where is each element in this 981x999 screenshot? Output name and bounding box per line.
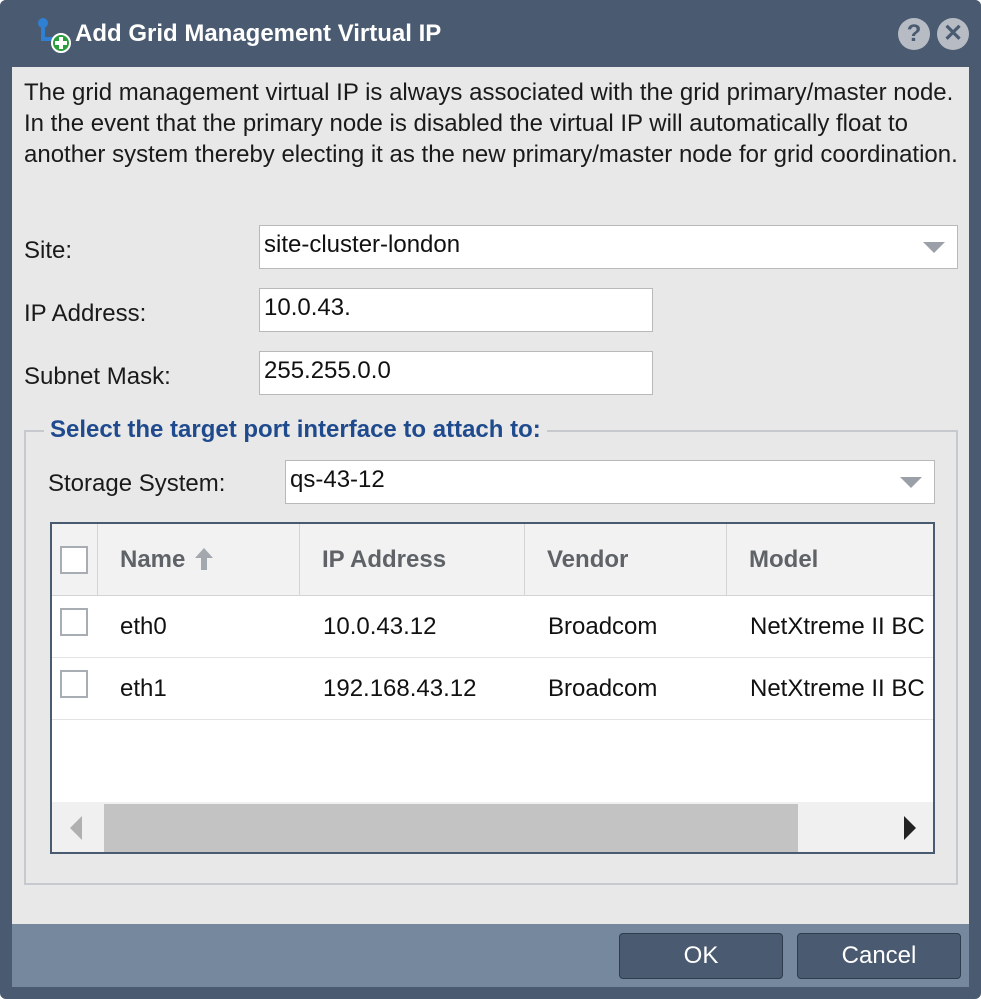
subnet-mask-value: 255.255.0.0 xyxy=(264,357,391,384)
scrollbar-thumb[interactable] xyxy=(104,804,798,852)
column-header-model[interactable]: Model xyxy=(727,524,933,596)
grid-header: Name IP Address Vendor Model xyxy=(52,524,933,596)
help-icon: ? xyxy=(906,20,922,47)
chevron-down-icon[interactable] xyxy=(923,242,945,253)
port-grid: Name IP Address Vendor Model eth0 10.0.4… xyxy=(50,522,935,854)
storage-system-label: Storage System: xyxy=(48,470,226,497)
storage-system-value: qs-43-12 xyxy=(290,466,385,493)
row-checkbox[interactable] xyxy=(60,608,88,636)
cell-model: NetXtreme II BC xyxy=(750,675,925,702)
cell-name: eth1 xyxy=(120,675,167,702)
description-text: The grid management virtual IP is always… xyxy=(24,79,958,168)
dialog-body: The grid management virtual IP is always… xyxy=(12,67,969,924)
column-header-vendor[interactable]: Vendor xyxy=(525,524,727,596)
cell-model: NetXtreme II BC xyxy=(750,613,925,640)
site-select-value: site-cluster-london xyxy=(264,231,461,258)
column-header-ip-address[interactable]: IP Address xyxy=(300,524,525,596)
row-checkbox[interactable] xyxy=(60,670,88,698)
table-row[interactable]: eth1 192.168.43.12 Broadcom NetXtreme II… xyxy=(52,658,933,720)
chevron-down-icon[interactable] xyxy=(900,477,922,488)
subnet-mask-label: Subnet Mask: xyxy=(24,363,171,390)
cell-ip-address: 192.168.43.12 xyxy=(323,675,477,702)
site-select[interactable]: site-cluster-london xyxy=(259,225,958,269)
select-all-checkbox[interactable] xyxy=(60,546,88,574)
port-interface-group: Select the target port interface to atta… xyxy=(24,416,958,885)
cell-vendor: Broadcom xyxy=(548,675,658,702)
select-all-cell xyxy=(52,524,98,596)
ip-address-value: 10.0.43. xyxy=(264,294,351,321)
help-button[interactable]: ? xyxy=(898,18,930,50)
ip-address-input[interactable]: 10.0.43. xyxy=(259,288,653,332)
ip-address-label: IP Address: xyxy=(24,300,147,327)
cell-ip-address: 10.0.43.12 xyxy=(323,613,437,640)
dialog-footer: OK Cancel xyxy=(12,924,969,987)
dialog-title: Add Grid Management Virtual IP xyxy=(75,20,442,47)
column-header-name[interactable]: Name xyxy=(98,524,300,596)
dialog-window: Add Grid Management Virtual IP ? ✕ The g… xyxy=(0,0,981,999)
cell-name: eth0 xyxy=(120,613,167,640)
table-row[interactable]: eth0 10.0.43.12 Broadcom NetXtreme II BC xyxy=(52,596,933,658)
cancel-button[interactable]: Cancel xyxy=(797,933,961,979)
title-bar[interactable]: Add Grid Management Virtual IP ? ✕ xyxy=(0,0,981,67)
storage-system-select[interactable]: qs-43-12 xyxy=(285,460,935,504)
port-interface-legend: Select the target port interface to atta… xyxy=(44,416,547,444)
site-label: Site: xyxy=(24,237,73,264)
subnet-mask-input[interactable]: 255.255.0.0 xyxy=(259,351,653,395)
ok-button[interactable]: OK xyxy=(619,933,783,979)
sort-ascending-icon xyxy=(195,547,214,570)
scroll-right-icon[interactable] xyxy=(904,816,916,840)
scroll-left-icon[interactable] xyxy=(70,816,82,840)
close-button[interactable]: ✕ xyxy=(937,18,969,50)
network-add-icon xyxy=(38,18,71,53)
close-icon: ✕ xyxy=(942,20,964,47)
cell-vendor: Broadcom xyxy=(548,613,658,640)
horizontal-scrollbar[interactable] xyxy=(52,802,933,852)
